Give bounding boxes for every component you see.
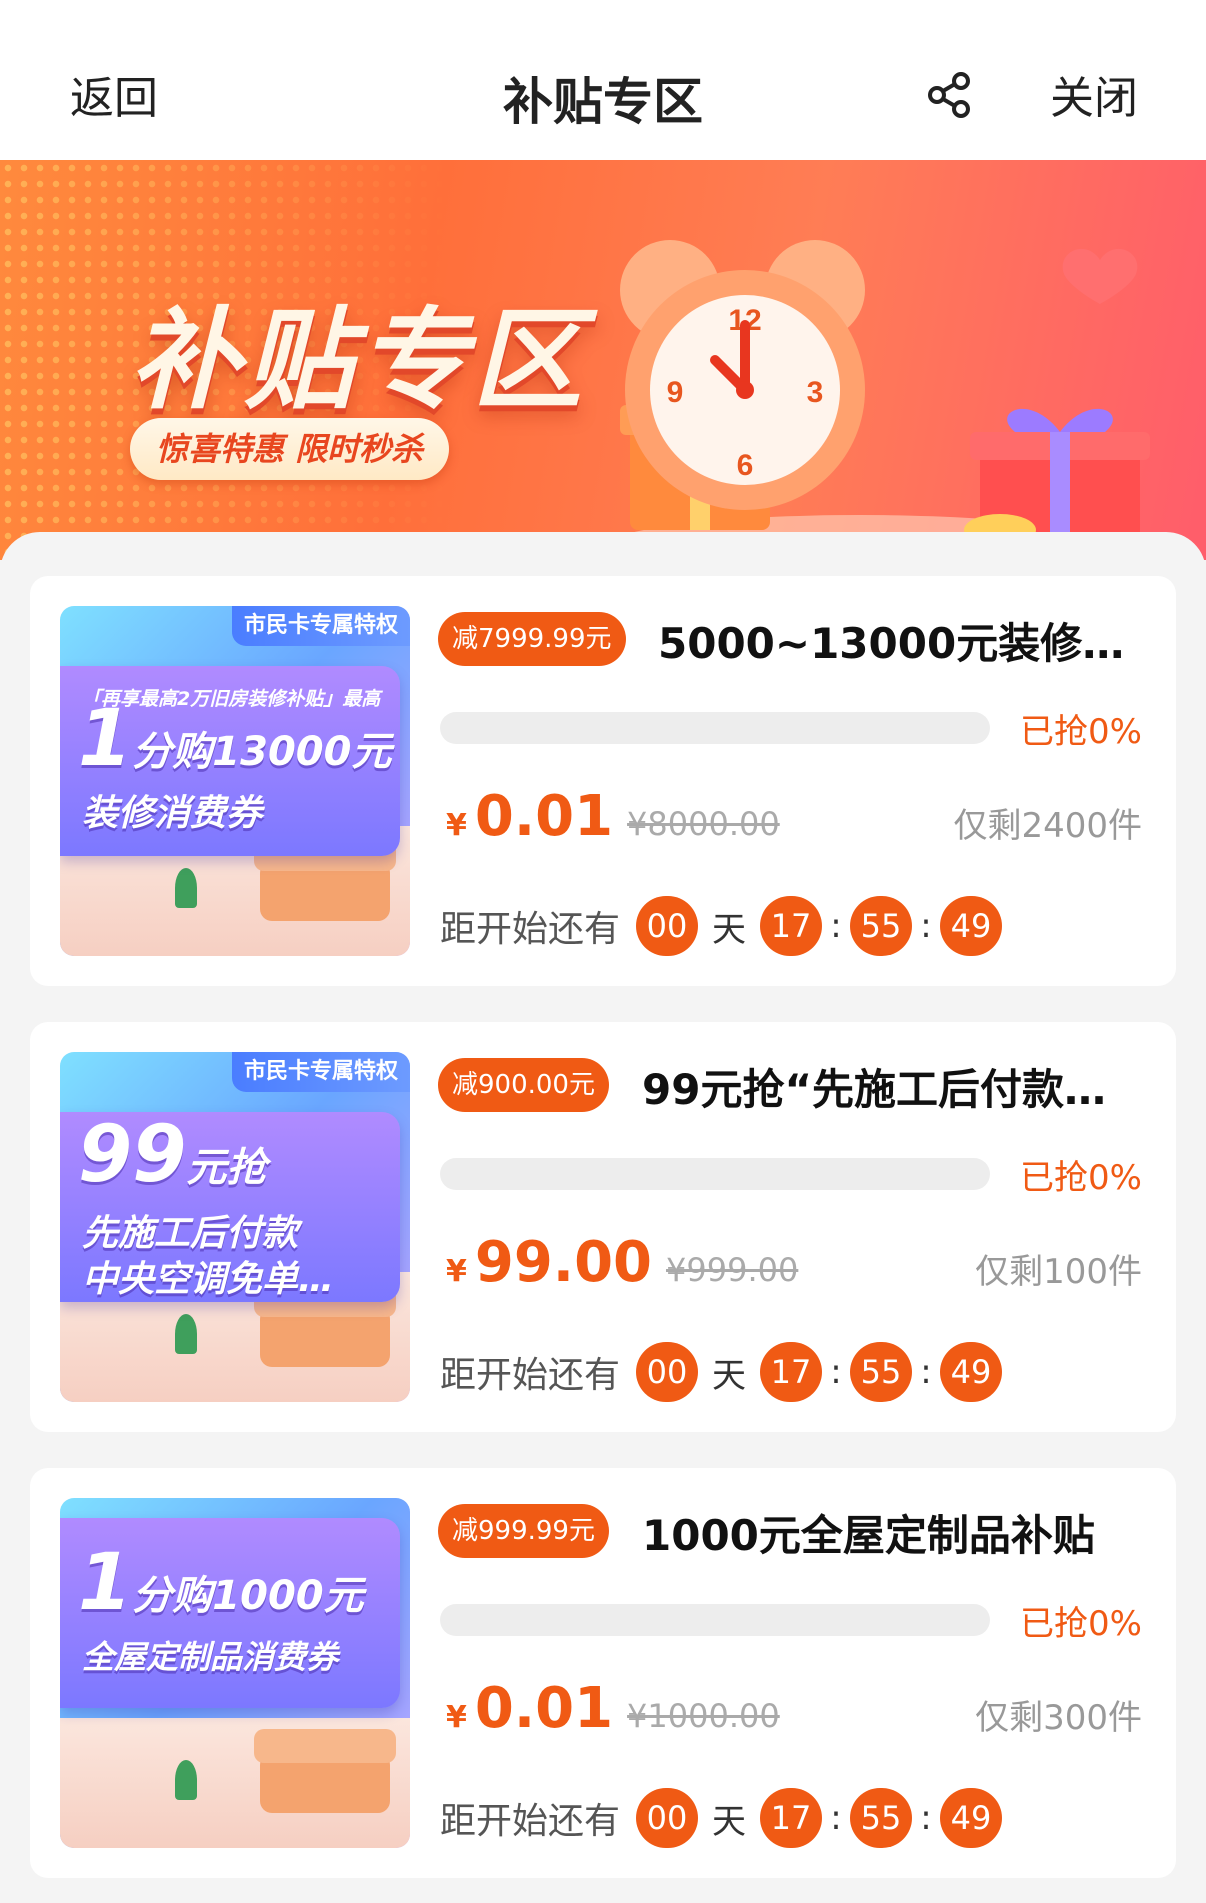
product-title[interactable]: 5000~13000元装修…	[658, 610, 1148, 671]
price-row: ¥ 0.01 ¥1000.00	[446, 1676, 780, 1741]
countdown-days: 00	[636, 1788, 699, 1848]
remaining-stock: 仅剩300件	[975, 1698, 1142, 1738]
thumbnail-caption: 先施工后付款	[82, 1213, 299, 1254]
countdown-minutes: 55	[850, 896, 913, 956]
thumbnail-headline: 1分购1000元	[78, 1538, 364, 1628]
product-list: 市民卡专属特权 「再享最高2万旧房装修补贴」最高 1分购13000元 装修消费券…	[0, 532, 1206, 1903]
product-card[interactable]: 1分购1000元 全屋定制品消费券 减999.99元 1000元全屋定制品补贴 …	[30, 1468, 1176, 1878]
thumbnail-caption: 全屋定制品消费券	[82, 1638, 339, 1676]
thumbnail-headline-number: 99	[78, 1110, 187, 1200]
product-card[interactable]: 市民卡专属特权 99元抢 先施工后付款 中央空调免单… 减900.00元 99元…	[30, 1022, 1176, 1432]
discount-badge: 减7999.99元	[438, 612, 626, 666]
countdown-minutes: 55	[850, 1788, 913, 1848]
close-button[interactable]: 关闭	[1050, 62, 1138, 126]
plant-illustration	[175, 1760, 197, 1800]
svg-text:3: 3	[807, 376, 824, 409]
thumbnail-caption: 装修消费券	[82, 793, 263, 834]
day-unit: 天	[712, 1801, 747, 1842]
thumbnail-headline-number: 1	[78, 1538, 133, 1628]
top-nav-bar: 返回 补贴专区 关闭	[0, 0, 1206, 160]
discount-badge: 减999.99元	[438, 1504, 609, 1558]
product-title[interactable]: 1000元全屋定制品补贴	[642, 1502, 1152, 1563]
sale-price: 99.00	[474, 1230, 653, 1295]
alarm-clock-gift-illustration: 12 3 6 9	[610, 240, 1150, 560]
product-thumbnail: 1分购1000元 全屋定制品消费券	[60, 1498, 410, 1848]
promo-banner: 补贴专区 惊喜特惠 限时秒杀 12 3 6 9	[0, 160, 1206, 560]
original-price: ¥8000.00	[627, 805, 780, 843]
price-row: ¥ 99.00 ¥999.00	[446, 1230, 798, 1295]
time-separator: :	[830, 1352, 842, 1392]
countdown-seconds: 49	[940, 1788, 1003, 1848]
grabbed-percent: 已抢0%	[1020, 712, 1142, 752]
sale-price: 0.01	[474, 1676, 614, 1741]
day-unit: 天	[712, 909, 747, 950]
thumbnail-headline: 99元抢	[78, 1110, 267, 1200]
currency-symbol: ¥	[446, 1700, 467, 1735]
countdown-timer: 距开始还有 00 天 17 : 55 : 49	[440, 1788, 1003, 1848]
sale-price: 0.01	[474, 784, 614, 849]
product-thumbnail: 市民卡专属特权 「再享最高2万旧房装修补贴」最高 1分购13000元 装修消费券	[60, 606, 410, 956]
plant-illustration	[175, 868, 197, 908]
sofa-illustration	[254, 837, 396, 921]
thumbnail-headline-text: 元抢	[186, 1145, 267, 1191]
countdown-days: 00	[636, 896, 699, 956]
countdown-label: 距开始还有	[440, 1801, 621, 1842]
thumbnail-headline-number: 1	[78, 694, 133, 784]
countdown-hours: 17	[760, 1788, 823, 1848]
countdown-hours: 17	[760, 1342, 823, 1402]
time-separator: :	[920, 1352, 932, 1392]
plant-illustration	[175, 1314, 197, 1354]
countdown-days: 00	[636, 1342, 699, 1402]
countdown-seconds: 49	[940, 1342, 1003, 1402]
product-title[interactable]: 99元抢“先施工后付款…	[642, 1056, 1152, 1117]
time-separator: :	[920, 906, 932, 946]
progress-bar	[440, 1158, 990, 1190]
thumbnail-badge: 市民卡专属特权	[231, 1052, 410, 1092]
countdown-seconds: 49	[940, 896, 1003, 956]
countdown-timer: 距开始还有 00 天 17 : 55 : 49	[440, 896, 1003, 956]
time-separator: :	[920, 1798, 932, 1838]
currency-symbol: ¥	[446, 1254, 467, 1289]
page-title: 补贴专区	[503, 73, 703, 131]
thumbnail-badge: 市民卡专属特权	[231, 606, 410, 646]
banner-title: 补贴专区	[130, 296, 586, 424]
thumbnail-headline-text: 分购1000元	[132, 1573, 364, 1619]
banner-tagline: 惊喜特惠 限时秒杀	[130, 418, 450, 480]
day-unit: 天	[712, 1355, 747, 1396]
countdown-label: 距开始还有	[440, 909, 621, 950]
product-thumbnail: 市民卡专属特权 99元抢 先施工后付款 中央空调免单…	[60, 1052, 410, 1402]
remaining-stock: 仅剩100件	[975, 1252, 1142, 1292]
original-price: ¥999.00	[666, 1251, 799, 1289]
thumbnail-caption-2: 中央空调免单…	[82, 1259, 335, 1300]
grabbed-percent: 已抢0%	[1020, 1158, 1142, 1198]
product-card[interactable]: 市民卡专属特权 「再享最高2万旧房装修补贴」最高 1分购13000元 装修消费券…	[30, 576, 1176, 986]
discount-badge: 减900.00元	[438, 1058, 609, 1112]
countdown-label: 距开始还有	[440, 1355, 621, 1396]
grabbed-percent: 已抢0%	[1020, 1604, 1142, 1644]
time-separator: :	[830, 1798, 842, 1838]
sofa-illustration	[254, 1283, 396, 1367]
countdown-hours: 17	[760, 896, 823, 956]
time-separator: :	[830, 906, 842, 946]
remaining-stock: 仅剩2400件	[953, 806, 1142, 846]
progress-bar	[440, 712, 990, 744]
currency-symbol: ¥	[446, 808, 467, 843]
countdown-minutes: 55	[850, 1342, 913, 1402]
svg-text:6: 6	[737, 449, 754, 482]
thumbnail-headline: 1分购13000元	[78, 694, 391, 784]
original-price: ¥1000.00	[627, 1697, 780, 1735]
price-row: ¥ 0.01 ¥8000.00	[446, 784, 780, 849]
svg-text:9: 9	[667, 376, 684, 409]
countdown-timer: 距开始还有 00 天 17 : 55 : 49	[440, 1342, 1003, 1402]
share-icon[interactable]	[925, 70, 975, 120]
progress-bar	[440, 1604, 990, 1636]
thumbnail-headline-text: 分购13000元	[132, 729, 392, 775]
sofa-illustration	[254, 1729, 396, 1813]
